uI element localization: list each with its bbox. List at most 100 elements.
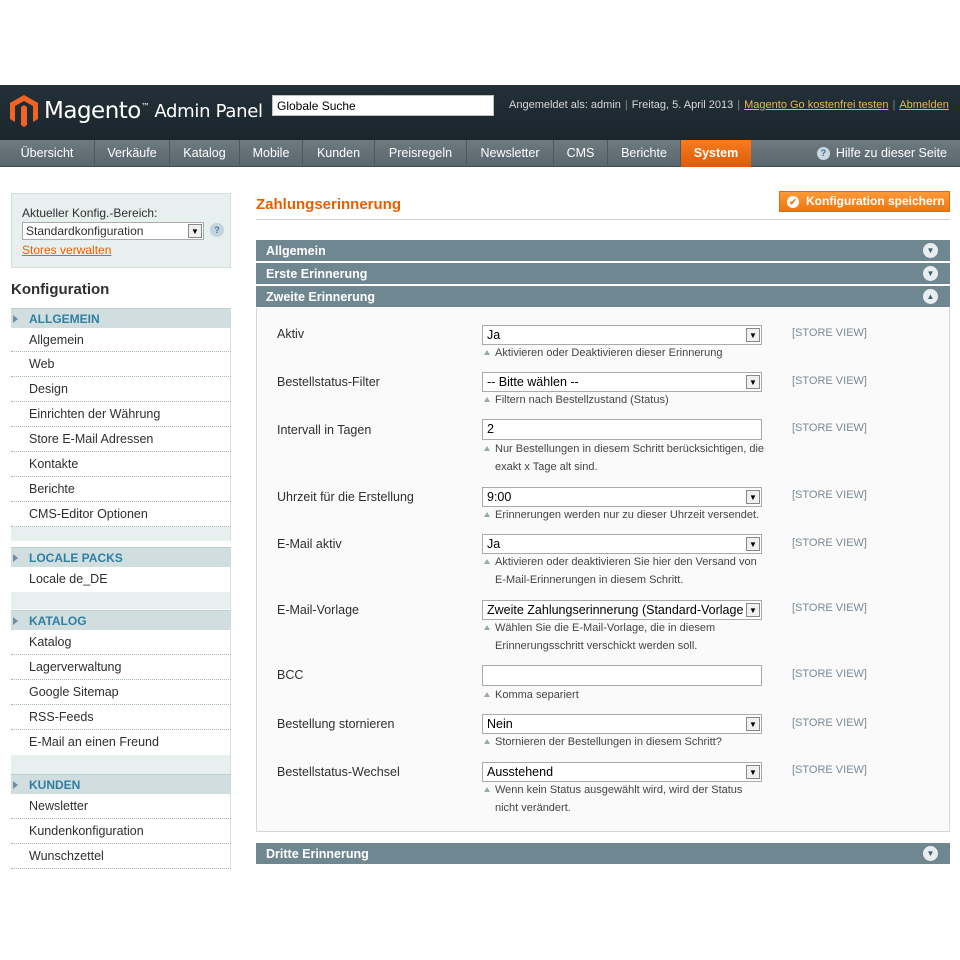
email-aktiv-select[interactable]: Ja ▼	[482, 534, 762, 554]
logo-word: Magento™	[44, 98, 150, 124]
field-label-bestellstatus-wechsel: Bestellstatus-Wechsel	[277, 765, 400, 779]
scope-tag: [STORE VIEW]	[792, 327, 867, 339]
sidebar-item-web[interactable]: Web	[11, 352, 231, 377]
sidebar-section-head[interactable]: LOCALE PACKS	[11, 547, 231, 567]
triangle-up-icon	[484, 512, 490, 517]
group-head-dritte-erinnerung[interactable]: Dritte Erinnerung ▼	[256, 843, 950, 865]
dropdown-arrow-icon: ▼	[746, 328, 760, 342]
stores-manage-link[interactable]: Stores verwalten	[22, 243, 111, 257]
group-head-allgemein[interactable]: Allgemein ▼	[256, 240, 950, 262]
field-hint: Wählen Sie die E-Mail-Vorlage, die in di…	[484, 619, 774, 655]
sidebar-section-katalog: KATALOG Katalog Lagerverwaltung Google S…	[11, 610, 231, 775]
triangle-up-icon	[484, 787, 490, 792]
sidebar-spacer	[11, 527, 231, 541]
logo-subtitle: Admin Panel	[154, 100, 263, 122]
scope-tag: [STORE VIEW]	[792, 602, 867, 614]
chevron-down-circle-icon: ▼	[923, 846, 938, 861]
sidebar-section-head[interactable]: KATALOG	[11, 610, 231, 630]
date-text: Freitag, 5. April 2013	[631, 99, 734, 111]
dropdown-arrow-icon: ▼	[746, 375, 760, 389]
sidebar-item-rss-feeds[interactable]: RSS-Feeds	[11, 705, 231, 730]
sidebar-section-locale-packs: LOCALE PACKS Locale de_DE	[11, 547, 231, 609]
save-config-button[interactable]: ✔ Konfiguration speichern	[779, 191, 950, 212]
field-label-uhrzeit: Uhrzeit für die Erstellung	[277, 490, 414, 504]
sidebar-item-google-sitemap[interactable]: Google Sitemap	[11, 680, 231, 705]
sidebar-item-kundenkonfiguration[interactable]: Kundenkonfiguration	[11, 819, 231, 844]
nav-item-verkaeufe[interactable]: Verkäufe	[95, 140, 170, 167]
scope-tag: [STORE VIEW]	[792, 668, 867, 680]
sidebar-item-wunschzettel[interactable]: Wunschzettel	[11, 844, 231, 869]
scope-label: Aktueller Konfig.-Bereich:	[22, 206, 158, 220]
logo[interactable]: Magento™ Admin Panel	[10, 93, 263, 129]
nav-item-kunden[interactable]: Kunden	[303, 140, 375, 167]
header-user-info: Angemeldet als: admin | Freitag, 5. April …	[509, 99, 949, 111]
scope-tag: [STORE VIEW]	[792, 717, 867, 729]
nav-item-preisregeln[interactable]: Preisregeln	[375, 140, 467, 167]
intervall-input[interactable]: 2	[482, 419, 762, 440]
title-divider	[256, 219, 950, 220]
sidebar-section-allgemein: ALLGEMEIN Allgemein Web Design Einrichte…	[11, 308, 231, 541]
field-hint: Komma separiert	[484, 686, 774, 704]
chevron-up-circle-icon: ▲	[923, 289, 938, 304]
scope-select-value: Standardkonfiguration	[26, 224, 144, 238]
chevron-down-circle-icon: ▼	[923, 266, 938, 281]
scope-tag: [STORE VIEW]	[792, 375, 867, 387]
logout-link[interactable]: Abmelden	[899, 99, 949, 111]
sidebar-item-email-freund[interactable]: E-Mail an einen Freund	[11, 730, 231, 755]
stornieren-select[interactable]: Nein ▼	[482, 714, 762, 734]
bestellstatus-wechsel-select[interactable]: Ausstehend ▼	[482, 762, 762, 782]
field-label-email-aktiv: E-Mail aktiv	[277, 537, 342, 551]
sidebar-section-head[interactable]: ALLGEMEIN	[11, 308, 231, 328]
sidebar-item-katalog[interactable]: Katalog	[11, 630, 231, 655]
scope-select[interactable]: Standardkonfiguration ▼	[22, 222, 204, 240]
sidebar-item-locale-de[interactable]: Locale de_DE	[11, 567, 231, 592]
field-label-bcc: BCC	[277, 668, 304, 682]
sidebar-item-lagerverwaltung[interactable]: Lagerverwaltung	[11, 655, 231, 680]
scope-tag: [STORE VIEW]	[792, 422, 867, 434]
info-icon[interactable]: ?	[210, 223, 224, 237]
nav-item-berichte[interactable]: Berichte	[608, 140, 681, 167]
sidebar-item-allgemein[interactable]: Allgemein	[11, 328, 231, 352]
nav-item-cms[interactable]: CMS	[554, 140, 608, 167]
aktiv-select[interactable]: Ja ▼	[482, 325, 762, 345]
nav-item-uebersicht[interactable]: Übersicht	[0, 140, 95, 167]
nav-item-newsletter[interactable]: Newsletter	[467, 140, 554, 167]
main-nav: Übersicht Verkäufe Katalog Mobile Kunden…	[0, 140, 960, 167]
bcc-input[interactable]	[482, 665, 762, 686]
scope-tag: [STORE VIEW]	[792, 489, 867, 501]
group-head-zweite-erinnerung[interactable]: Zweite Erinnerung ▲	[256, 286, 950, 308]
magento-go-link[interactable]: Magento Go kostenfrei testen	[744, 99, 888, 111]
help-label: Hilfe zu dieser Seite	[835, 146, 947, 160]
sidebar-item-design[interactable]: Design	[11, 377, 231, 402]
field-hint: Aktivieren oder Deaktivieren dieser Erin…	[484, 344, 774, 362]
page: Magento™ Admin Panel Angemeldet als: adm…	[0, 0, 960, 960]
field-label-stornieren: Bestellung stornieren	[277, 717, 395, 731]
group-head-erste-erinnerung[interactable]: Erste Erinnerung ▼	[256, 263, 950, 285]
sidebar-item-newsletter[interactable]: Newsletter	[11, 794, 231, 819]
field-label-email-vorlage: E-Mail-Vorlage	[277, 603, 359, 617]
email-vorlage-select[interactable]: Zweite Zahlungserinnerung (Standard-Vorl…	[482, 600, 762, 620]
dropdown-arrow-icon: ▼	[746, 537, 760, 551]
bestellstatus-filter-select[interactable]: -- Bitte wählen -- ▼	[482, 372, 762, 392]
nav-item-mobile[interactable]: Mobile	[240, 140, 303, 167]
magento-logo-icon	[10, 95, 38, 127]
help-link[interactable]: ? Hilfe zu dieser Seite	[816, 140, 947, 167]
scope-switcher: Aktueller Konfig.-Bereich: Standardkonfi…	[11, 193, 231, 268]
sidebar-item-kontakte[interactable]: Kontakte	[11, 452, 231, 477]
sidebar-item-berichte[interactable]: Berichte	[11, 477, 231, 502]
sidebar-section-head[interactable]: KUNDEN	[11, 774, 231, 794]
scope-tag: [STORE VIEW]	[792, 764, 867, 776]
save-config-label: Konfiguration speichern	[806, 194, 945, 208]
dropdown-arrow-icon: ▼	[746, 490, 760, 504]
uhrzeit-select[interactable]: 9:00 ▼	[482, 487, 762, 507]
sidebar-item-waehrung[interactable]: Einrichten der Währung	[11, 402, 231, 427]
field-hint: Erinnerungen werden nur zu dieser Uhrzei…	[484, 506, 774, 524]
sidebar-item-store-email[interactable]: Store E-Mail Adressen	[11, 427, 231, 452]
triangle-up-icon	[484, 625, 490, 630]
nav-item-katalog[interactable]: Katalog	[170, 140, 240, 167]
page-title: Zahlungserinnerung	[256, 196, 402, 213]
nav-item-system[interactable]: System	[681, 140, 751, 167]
sidebar-item-cms-editor[interactable]: CMS-Editor Optionen	[11, 502, 231, 527]
global-search-input[interactable]	[272, 95, 494, 116]
field-label-bestellstatus-filter: Bestellstatus-Filter	[277, 375, 380, 389]
